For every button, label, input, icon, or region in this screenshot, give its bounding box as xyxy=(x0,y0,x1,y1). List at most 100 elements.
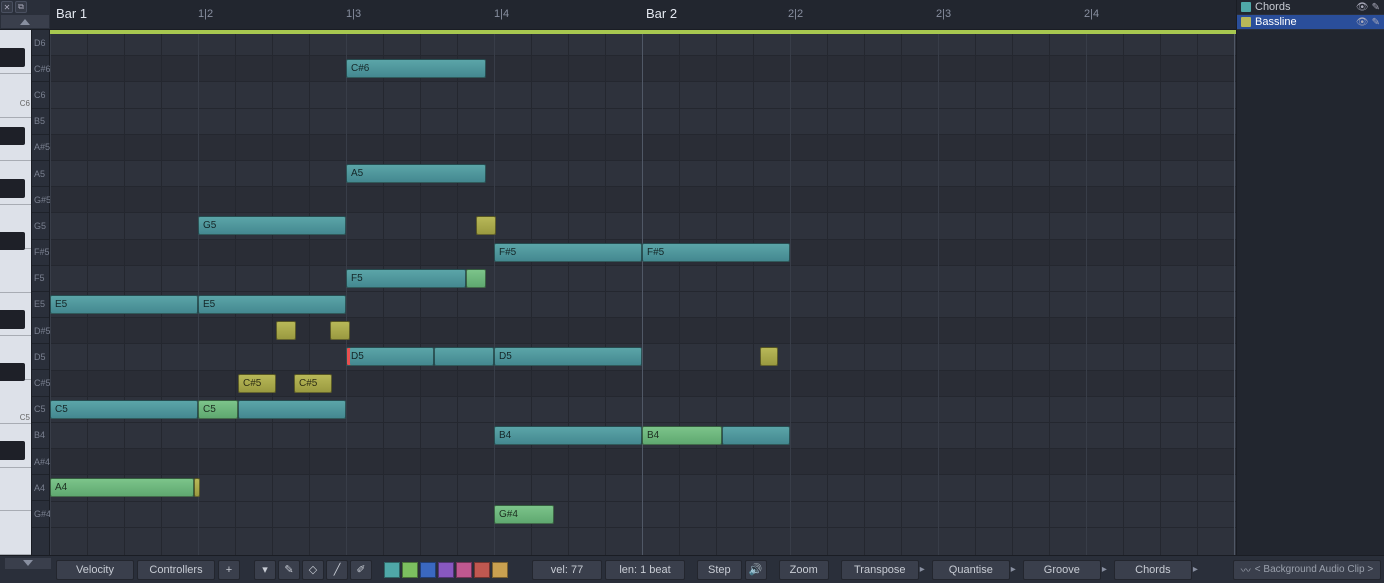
transpose-button[interactable]: Transpose xyxy=(841,560,919,580)
midi-note[interactable] xyxy=(476,216,496,235)
midi-note[interactable] xyxy=(466,269,486,288)
note-color-picker xyxy=(384,562,508,578)
midi-note[interactable]: F5 xyxy=(346,269,466,288)
scroll-up-button[interactable] xyxy=(1,15,49,28)
midi-note[interactable]: B4 xyxy=(642,426,722,445)
midi-note[interactable]: E5 xyxy=(198,295,346,314)
track-item[interactable]: Chords 👁✎ xyxy=(1237,0,1384,15)
beat-label: 2|2 xyxy=(788,8,803,20)
midi-note[interactable]: D5 xyxy=(494,347,642,366)
beat-label: 2|4 xyxy=(1084,8,1099,20)
edit-icon[interactable]: ✎ xyxy=(1372,17,1380,28)
note-row-label: A#5 xyxy=(32,135,49,161)
note-row-label: A4 xyxy=(32,475,49,501)
piano-black-key[interactable] xyxy=(0,48,25,66)
midi-note[interactable] xyxy=(194,478,200,497)
midi-note[interactable] xyxy=(434,347,494,366)
bar-label: Bar 2 xyxy=(646,6,677,21)
note-row-label: D#5 xyxy=(32,318,49,344)
midi-note[interactable]: D5 xyxy=(346,347,434,366)
midi-note[interactable]: C#5 xyxy=(238,374,276,393)
midi-note[interactable]: F#5 xyxy=(494,243,642,262)
midi-note[interactable]: C5 xyxy=(198,400,238,419)
note-row-label: A5 xyxy=(32,161,49,187)
track-color-swatch xyxy=(1241,17,1251,27)
note-row-label: F5 xyxy=(32,266,49,292)
midi-note[interactable]: G#4 xyxy=(494,505,554,524)
velocity-tab[interactable]: Velocity xyxy=(56,560,134,580)
midi-note[interactable]: C5 xyxy=(50,400,198,419)
draw-tool[interactable]: ✐ xyxy=(350,560,372,580)
midi-note[interactable] xyxy=(722,426,790,445)
bar-label: Bar 1 xyxy=(56,6,87,21)
midi-note[interactable]: E5 xyxy=(50,295,198,314)
midi-note[interactable] xyxy=(330,321,350,340)
color-swatch[interactable] xyxy=(420,562,436,578)
eraser-tool[interactable]: ◇ xyxy=(302,560,324,580)
audio-preview-button[interactable]: 🔊 xyxy=(745,560,767,580)
midi-note[interactable]: F#5 xyxy=(642,243,790,262)
track-name: Chords xyxy=(1255,1,1290,13)
beat-label: 1|2 xyxy=(198,8,213,20)
note-row-label: B4 xyxy=(32,423,49,449)
note-row-label: G5 xyxy=(32,213,49,239)
note-row-label: B5 xyxy=(32,109,49,135)
waveform-icon: 〰 xyxy=(1241,562,1251,577)
quantise-button[interactable]: Quantise xyxy=(932,560,1010,580)
playhead-track[interactable] xyxy=(50,30,1236,34)
chevron-right-icon: ▸ xyxy=(920,564,925,575)
note-grid[interactable]: C#6A5G5F#5F#5F5E5E5E5D5D5C#5C#5C5C5B4B4A… xyxy=(50,30,1236,555)
midi-note[interactable]: C#5 xyxy=(294,374,332,393)
line-tool[interactable]: ╱ xyxy=(326,560,348,580)
add-controller-button[interactable]: + xyxy=(218,560,240,580)
track-name: Bassline xyxy=(1255,16,1297,28)
note-row-label: C#6 xyxy=(32,56,49,82)
scroll-spacer xyxy=(5,571,51,582)
pencil-tool[interactable]: ✎ xyxy=(278,560,300,580)
note-row-label: D6 xyxy=(32,30,49,56)
midi-note[interactable] xyxy=(760,347,778,366)
note-row-label: D5 xyxy=(32,344,49,370)
detach-icon[interactable]: ⧉ xyxy=(15,1,27,13)
note-row-label: C#5 xyxy=(32,370,49,396)
color-swatch[interactable] xyxy=(384,562,400,578)
beat-label: 2|3 xyxy=(936,8,951,20)
color-swatch[interactable] xyxy=(492,562,508,578)
track-color-swatch xyxy=(1241,2,1251,12)
beat-label: 1|3 xyxy=(346,8,361,20)
note-row-label: C5 xyxy=(32,397,49,423)
midi-note[interactable]: A5 xyxy=(346,164,486,183)
pointer-tool[interactable]: ▾ xyxy=(254,560,276,580)
chevron-right-icon: ▸ xyxy=(1193,564,1198,575)
midi-note[interactable]: B4 xyxy=(494,426,642,445)
color-swatch[interactable] xyxy=(474,562,490,578)
close-icon[interactable]: ✕ xyxy=(1,1,13,13)
eye-icon[interactable]: 👁 xyxy=(1356,17,1369,28)
color-swatch[interactable] xyxy=(456,562,472,578)
chords-button[interactable]: Chords xyxy=(1114,560,1192,580)
scroll-down-button[interactable] xyxy=(5,558,51,569)
midi-note[interactable] xyxy=(276,321,296,340)
midi-note[interactable]: G5 xyxy=(198,216,346,235)
edit-icon[interactable]: ✎ xyxy=(1372,2,1380,13)
length-display[interactable]: len: 1 beat xyxy=(605,560,685,580)
controllers-tab[interactable]: Controllers xyxy=(137,560,215,580)
step-button[interactable]: Step xyxy=(697,560,742,580)
eye-icon[interactable]: 👁 xyxy=(1356,2,1369,13)
chevron-right-icon: ▸ xyxy=(1011,564,1016,575)
track-item[interactable]: Bassline 👁✎ xyxy=(1237,15,1384,30)
midi-note[interactable]: A4 xyxy=(50,478,194,497)
groove-button[interactable]: Groove xyxy=(1023,560,1101,580)
chevron-right-icon: ▸ xyxy=(1102,564,1107,575)
piano-keyboard[interactable]: C6C5 xyxy=(0,30,32,555)
velocity-display[interactable]: vel: 77 xyxy=(532,560,602,580)
zoom-button[interactable]: Zoom xyxy=(779,560,829,580)
midi-note[interactable] xyxy=(238,400,346,419)
note-row-label: G#4 xyxy=(32,501,49,527)
octave-label: C5 xyxy=(20,413,30,553)
color-swatch[interactable] xyxy=(402,562,418,578)
background-clip-selector[interactable]: 〰 < Background Audio Clip > xyxy=(1233,560,1381,580)
midi-note[interactable]: C#6 xyxy=(346,59,486,78)
color-swatch[interactable] xyxy=(438,562,454,578)
timeline-ruler[interactable]: Bar 1Bar 21|21|31|42|22|32|4 xyxy=(50,0,1236,29)
